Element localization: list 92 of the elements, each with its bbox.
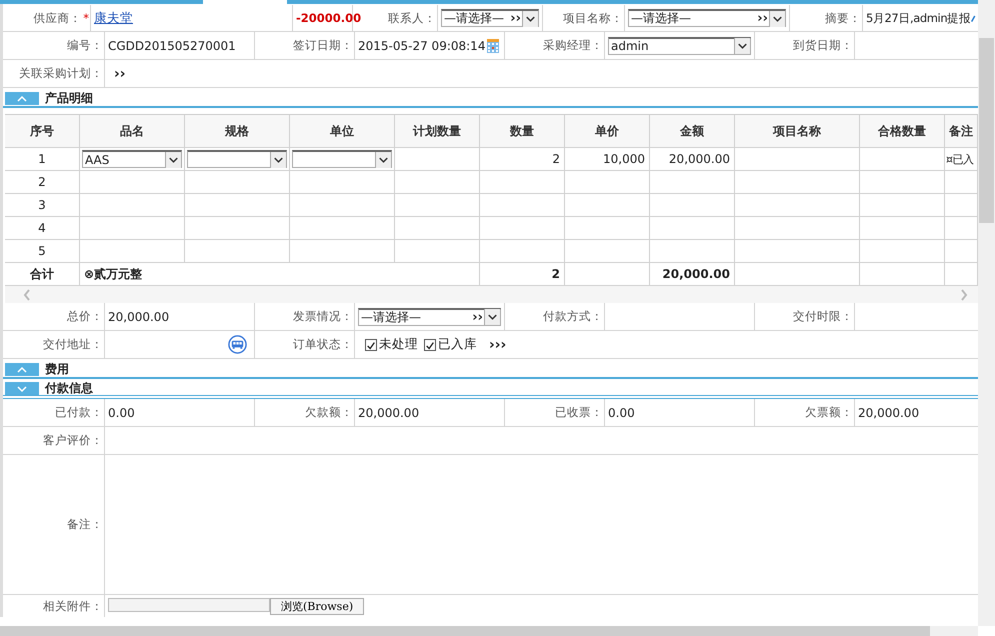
section-title: 付款信息 <box>45 380 93 397</box>
column-header: 金额 <box>650 115 735 147</box>
toggle-button[interactable] <box>5 363 39 376</box>
chevron-up-icon <box>16 94 28 102</box>
balance-amount: -20000.00 <box>296 11 362 25</box>
dropdown[interactable]: AAS <box>82 150 182 168</box>
field-label: 欠款额： <box>305 405 353 420</box>
column-header: 单位 <box>290 115 395 147</box>
field-label: 交付时限： <box>793 309 853 324</box>
column-header: 品名 <box>80 115 185 147</box>
field-label: 总价： <box>67 309 103 324</box>
field-label: 联系人： <box>388 10 436 26</box>
column-header: 项目名称 <box>735 115 860 147</box>
checkbox-label: 未处理 <box>379 336 418 353</box>
required-mark: * <box>83 11 89 25</box>
column-header: 合格数量 <box>860 115 945 147</box>
toggle-button[interactable] <box>5 382 39 395</box>
chevron-right-icon[interactable] <box>960 288 968 300</box>
field-label: 编号： <box>67 38 103 53</box>
field-label: 已付款： <box>55 405 103 420</box>
field-label: 客户评价： <box>43 433 103 448</box>
field-label: 已收票： <box>555 405 603 420</box>
section-title: 产品明细 <box>45 90 93 107</box>
field-value: 5月27日,admin提报 <box>866 10 970 26</box>
column-header: 单价 <box>565 115 650 147</box>
table-cell: 1 <box>5 148 80 170</box>
expand-link[interactable]: ›› <box>114 66 126 82</box>
caret-icon <box>769 10 785 26</box>
caret-icon <box>270 152 286 168</box>
checkbox-label: 已入库 <box>438 336 477 353</box>
field-label: 摘要： <box>825 10 861 26</box>
field-label: 交付地址： <box>43 337 103 352</box>
calendar-icon[interactable] <box>487 38 499 52</box>
table-cell: 合计 <box>5 263 80 285</box>
field-label: 项目名称： <box>563 10 623 26</box>
chevron-down-icon <box>16 384 28 392</box>
caret-icon <box>734 38 750 54</box>
browse-button[interactable]: 浏览(Browse) <box>270 598 364 615</box>
caret-icon <box>375 152 391 168</box>
field-label: 订单状态： <box>293 337 353 352</box>
section-title: 费用 <box>45 361 69 378</box>
expand-link[interactable]: ››› <box>489 336 506 352</box>
scrollbar[interactable] <box>978 0 995 626</box>
table-cell: 20,000.00 <box>650 148 735 170</box>
field-label: 备注： <box>67 517 103 532</box>
field-value: 0.00 <box>108 406 135 420</box>
table-cell: 10,000 <box>565 148 650 170</box>
supplier-link[interactable]: 康夫堂 <box>94 10 133 26</box>
caret-icon <box>522 10 538 26</box>
dropdown[interactable]: admin <box>608 36 751 54</box>
field-label: 付款方式： <box>543 309 603 324</box>
table-cell: 2 <box>480 148 565 170</box>
field-label: 到货日期： <box>793 38 853 53</box>
field-label: 发票情况： <box>293 309 353 324</box>
field-value: 20,000.00 <box>358 406 420 420</box>
scrollbar[interactable] <box>0 626 978 636</box>
column-header: 数量 <box>480 115 565 147</box>
column-header: 序号 <box>5 115 80 147</box>
field-label: 采购经理： <box>543 38 603 53</box>
column-header: 计划数量 <box>395 115 480 147</box>
field-label: 关联采购计划： <box>19 66 103 81</box>
checkbox[interactable] <box>424 338 436 350</box>
caret-icon <box>165 152 181 168</box>
dropdown[interactable]: —请选择— ›› <box>441 9 539 27</box>
field-label: 供应商： <box>33 10 82 26</box>
column-header: 规格 <box>185 115 290 147</box>
bus-icon[interactable] <box>228 335 247 354</box>
dropdown[interactable] <box>292 150 392 168</box>
table-cell: 4 <box>5 217 80 239</box>
table-cell: 3 <box>5 194 80 216</box>
chevron-up-icon <box>16 366 28 374</box>
table-cell: ⊗贰万元整 <box>80 263 480 285</box>
field-label: 相关附件： <box>43 598 103 614</box>
field-label: 欠票额： <box>805 405 853 420</box>
dropdown[interactable]: —请选择— ›› <box>358 308 501 326</box>
field-label: 签订日期： <box>293 38 353 53</box>
field-value: 20,000.00 <box>108 310 170 324</box>
chevron-left-icon[interactable] <box>23 288 31 300</box>
table-cell: 20,000.00 <box>650 263 735 285</box>
field-value: 20,000.00 <box>858 406 920 420</box>
toggle-button[interactable] <box>5 92 39 105</box>
file-path-field[interactable] <box>108 598 270 612</box>
table-cell: 5 <box>5 240 80 262</box>
checkbox[interactable] <box>365 338 377 350</box>
field-value: 0.00 <box>608 406 635 420</box>
table-cell: 2 <box>5 171 80 193</box>
dropdown[interactable]: —请选择— ›› <box>628 9 786 27</box>
table-cell: 2 <box>480 263 565 285</box>
field-value: 2015-05-27 09:08:14 <box>358 38 486 52</box>
field-value: CGDD201505270001 <box>108 38 236 52</box>
caret-icon <box>484 309 500 325</box>
dropdown[interactable] <box>187 150 287 168</box>
